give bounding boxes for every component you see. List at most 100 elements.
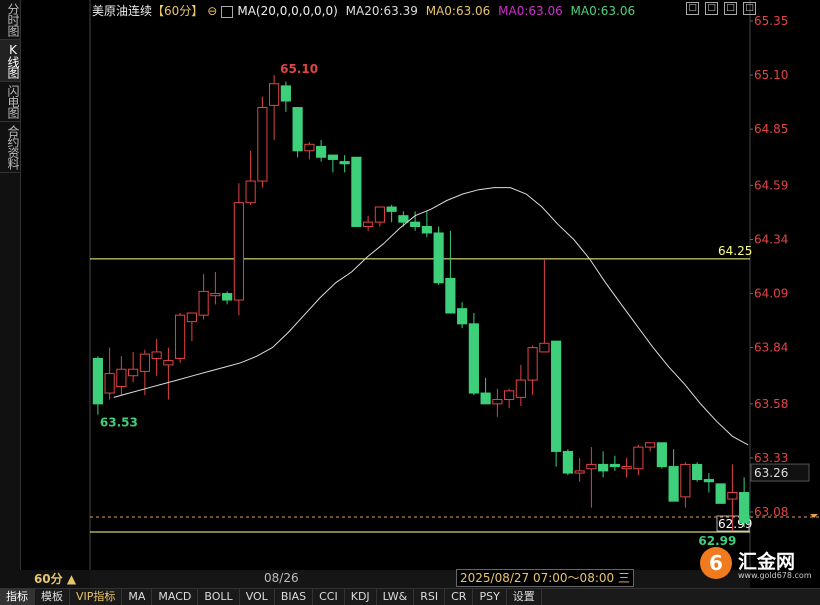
- candle-body: [280, 85, 291, 102]
- candle-body: [292, 107, 303, 152]
- sidebar-tab-timeshare[interactable]: 分时图: [0, 0, 20, 40]
- window-button[interactable]: □: [724, 2, 737, 15]
- candle-body: [92, 357, 103, 405]
- candle-body: [386, 206, 397, 212]
- candle-body: [703, 479, 714, 483]
- ma20-value: MA20:63.39: [345, 4, 418, 18]
- candle-body: [480, 392, 491, 405]
- chart-header: 美原油连续【60分】 ⊖ MA(20,0,0,0,0,0) MA20:63.39 M…: [92, 2, 639, 19]
- window-button[interactable]: □: [686, 2, 699, 15]
- settings-box-icon[interactable]: [221, 5, 234, 18]
- candle-body: [574, 470, 585, 474]
- indicator-tab[interactable]: VOL: [240, 589, 275, 605]
- candle-body: [339, 161, 350, 165]
- brand-logo: 6 汇金网 www.gold678.com: [700, 545, 812, 585]
- ma-value-b: MA0:63.06: [498, 4, 563, 18]
- sidebar: 分时图 K线图 闪电图 合约资料: [0, 0, 21, 588]
- y-tick-label: 64.59: [754, 178, 788, 192]
- candle-body: [680, 463, 691, 498]
- candle-body: [233, 202, 244, 301]
- high-annotation: 65.10: [280, 62, 318, 76]
- candle-body: [139, 353, 150, 372]
- indicator-tab[interactable]: BIAS: [275, 589, 314, 605]
- y-tick-label: 65.10: [754, 68, 788, 82]
- period-selector[interactable]: 60分 ▲: [20, 570, 90, 588]
- candle-body: [551, 340, 562, 452]
- y-tick-label: 63.08: [754, 505, 788, 519]
- candle-body: [468, 323, 479, 394]
- window-button[interactable]: □: [705, 2, 718, 15]
- candle-body: [151, 351, 162, 359]
- period-tag: 【60分】: [152, 4, 204, 18]
- candle-body: [433, 232, 444, 284]
- candle-body: [668, 466, 679, 502]
- indicator-tab[interactable]: MACD: [152, 589, 199, 605]
- candle-body: [257, 107, 268, 182]
- sidebar-tab-kline[interactable]: K线图: [0, 40, 20, 82]
- y-tick-label: 64.85: [754, 122, 788, 136]
- logo-mark-icon: 6: [700, 547, 732, 579]
- indicator-tab[interactable]: 指标: [0, 589, 35, 605]
- candle-body: [198, 290, 209, 316]
- candle-body: [398, 215, 409, 223]
- y-tick-label: 64.09: [754, 287, 788, 301]
- candle-body: [621, 466, 632, 470]
- y-tick-label: 65.35: [754, 14, 788, 28]
- indicator-tab[interactable]: 模板: [35, 589, 70, 605]
- indicator-tab[interactable]: MA: [122, 589, 153, 605]
- minus-circle-icon[interactable]: ⊖: [207, 4, 217, 18]
- window-button[interactable]: □: [743, 2, 756, 15]
- candle-body: [210, 293, 221, 297]
- current-price-label: 63.26: [754, 466, 788, 480]
- ma-value-a: MA0:63.06: [425, 4, 491, 18]
- logo-name: 汇金网: [738, 551, 796, 573]
- y-tick-label: 64.34: [754, 232, 788, 246]
- candle-body: [269, 83, 280, 106]
- indicator-tab[interactable]: VIP指标: [70, 589, 123, 605]
- candle-body: [327, 154, 338, 160]
- indicator-tab[interactable]: LW&: [377, 589, 415, 605]
- candle-body: [527, 347, 538, 381]
- candle-body: [727, 492, 738, 500]
- candle-body: [316, 145, 327, 158]
- kline-chart[interactable]: 65.35 65.10 64.85 64.59 64.34 64.09 63.84 63.58…: [20, 0, 820, 570]
- indicator-tab[interactable]: 设置: [507, 589, 542, 605]
- y-tick-label: 63.58: [754, 397, 788, 411]
- candle-body: [539, 342, 550, 353]
- indicator-tab[interactable]: RSI: [414, 589, 446, 605]
- candle-body: [633, 446, 644, 470]
- ma-formula: MA(20,0,0,0,0,0): [237, 4, 338, 18]
- candle-body: [363, 221, 374, 227]
- candle-body: [222, 293, 233, 301]
- candle-body: [304, 143, 315, 152]
- candle-body: [410, 221, 421, 227]
- candle-body: [609, 463, 620, 468]
- candle-body: [586, 463, 597, 470]
- indicator-tab[interactable]: CCI: [313, 589, 345, 605]
- y-tick-label: 63.33: [754, 451, 788, 465]
- indicator-tab[interactable]: CR: [445, 589, 474, 605]
- candle-body: [492, 399, 503, 405]
- indicator-tab-bar: 指标 模板 VIP指标 MA MACD BOLL VOL BIAS CCI KDJ LW& RSI CR…: [0, 588, 820, 605]
- candle-body: [515, 379, 526, 398]
- indicator-tab[interactable]: BOLL: [198, 589, 240, 605]
- date-axis: [90, 570, 750, 588]
- sidebar-tab-flash[interactable]: 闪电图: [0, 82, 20, 122]
- window-controls: □ □ □ □: [686, 2, 756, 15]
- candle-body: [175, 314, 186, 359]
- candle-body: [457, 308, 468, 325]
- instrument-title: 美原油连续: [92, 4, 153, 18]
- candle-body: [645, 442, 656, 448]
- candle-body: [739, 492, 750, 524]
- candle-body: [186, 312, 197, 323]
- date-axis-label: 08/26: [264, 571, 299, 585]
- low-annotation: 63.53: [100, 416, 138, 430]
- sidebar-tab-contract[interactable]: 合约资料: [0, 122, 20, 173]
- indicator-tab[interactable]: KDJ: [345, 589, 377, 605]
- y-tick-label: 63.84: [754, 341, 788, 355]
- candle-body: [715, 483, 726, 504]
- candle-body: [445, 277, 456, 314]
- indicator-tab[interactable]: PSY: [473, 589, 507, 605]
- candle-body: [351, 156, 362, 227]
- candle-body: [692, 463, 703, 481]
